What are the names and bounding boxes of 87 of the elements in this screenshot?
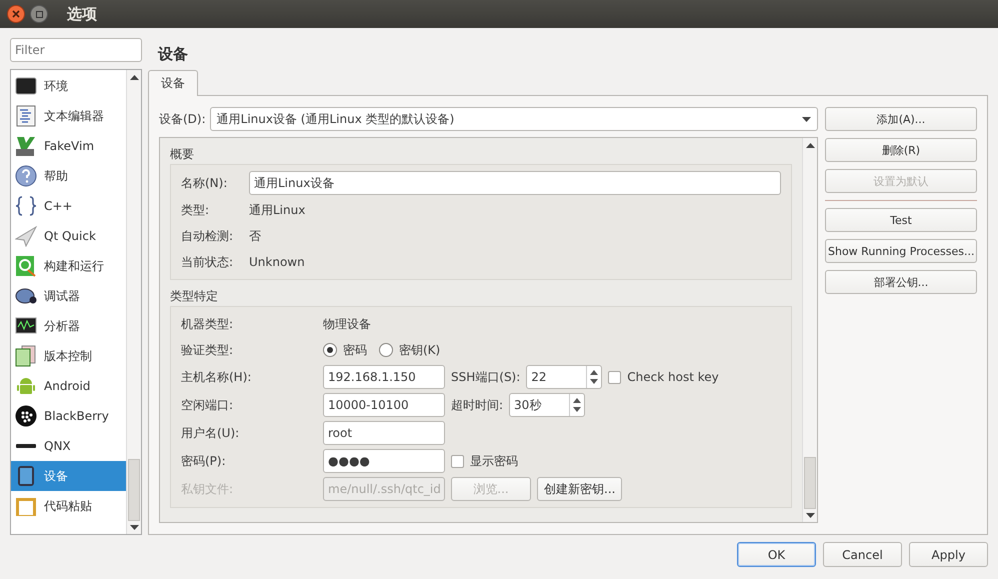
filter-field[interactable]: Filter [10,38,142,62]
tab[interactable]: 设备 [148,70,198,96]
checkbox[interactable] [451,454,464,468]
sidebar-item[interactable]: BlackBerry [11,401,126,431]
input-field[interactable]: 192.168.1.150 [323,365,445,389]
checkbox[interactable] [608,370,622,384]
sidebar-item[interactable]: 构建和运行 [11,251,126,281]
field-value: 否 [249,228,261,244]
input-field[interactable]: 10000-10100 [323,393,445,417]
field-label: 密码(P): [181,452,227,470]
side-button[interactable]: 添加(A)... [825,107,977,131]
dialog-button[interactable]: Cancel [823,542,902,567]
sidebar-item[interactable]: Android [11,371,126,401]
sidebar-item[interactable]: QNX [11,431,126,461]
scroll-thumb[interactable] [804,457,816,509]
sidebar-item[interactable]: 调试器 [11,281,126,311]
page-heading: 设备 [156,44,189,64]
tablet-icon [15,465,37,487]
clipboard-icon [15,495,37,517]
sidebar-item[interactable]: 代码粘贴 [11,491,126,521]
close-icon[interactable] [12,10,20,18]
sidebar-item[interactable]: 环境 [11,71,126,101]
radio-label[interactable]: 密码 [343,342,367,358]
spin-box[interactable]: 30秒 [509,393,586,417]
side-button[interactable]: 部署公钥... [825,270,977,294]
scroll-down-icon[interactable] [806,512,814,518]
checkbox-label[interactable]: Check host key [627,370,719,384]
input-field[interactable]: root [323,421,445,445]
sidebar-item[interactable]: 文本编辑器 [11,101,126,131]
field-value: Unknown [249,255,305,269]
blackberry-icon [15,405,37,427]
caret-icon[interactable] [802,116,811,122]
field-label: 机器类型: [181,316,234,332]
android-icon [15,375,37,397]
sidebar-item[interactable]: 分析器 [11,311,126,341]
files-icon [15,345,37,367]
radio-button[interactable] [323,343,337,357]
field-label: 主机名称(H): [181,368,252,386]
field-label: 私钥文件: [181,480,234,498]
field-value: 物理设备 [323,316,371,332]
field-label: 验证类型: [181,342,234,358]
input-field[interactable]: 通用Linux设备 [249,171,781,195]
document-icon [15,105,37,127]
field-label: 用户名(U): [181,424,240,442]
spin-box[interactable]: 22 [526,365,602,389]
field-label: 自动检测: [181,228,234,244]
device-label: 设备(D): [159,110,206,128]
group-title: 类型特定 [170,288,219,304]
field-label: 当前状态: [181,254,234,270]
radio-label[interactable]: 密钥(K) [399,342,440,358]
sidebar-item[interactable]: FakeVim [11,131,126,161]
paper-plane-icon [15,225,37,247]
minimize-button[interactable] [30,5,48,23]
sidebar-item[interactable]: 版本控制 [11,341,126,371]
window-title: 选项 [67,4,97,24]
scrollbar[interactable] [126,70,141,534]
sidebar-item[interactable]: C++ [11,191,126,221]
input-field[interactable]: ●●●● [323,449,445,473]
monitor-icon [15,75,37,97]
side-button[interactable]: Test [825,208,977,232]
scroll-thumb[interactable] [128,459,140,521]
scroll-up-icon[interactable] [806,142,814,148]
field-label: SSH端口(S): [451,368,520,386]
dialog-button[interactable]: OK [737,542,816,567]
field-label: 超时时间: [451,396,504,414]
device-dropdown[interactable]: 通用Linux设备 (通用Linux 类型的默认设备) [210,107,818,131]
minimize-icon[interactable] [36,10,42,18]
field-label: 类型: [181,202,210,218]
field-label: 空闲端口: [181,396,234,414]
scroll-down-icon[interactable] [130,524,138,530]
help-icon [15,165,37,187]
close-button[interactable] [7,5,25,23]
side-button[interactable]: 删除(R) [825,138,977,162]
scroll-up-icon[interactable] [130,74,138,80]
checkbox-label[interactable]: 显示密码 [470,452,518,470]
side-button[interactable]: Show Running Processes... [825,239,977,263]
sidebar-item[interactable]: 帮助 [11,161,126,191]
create-key-button[interactable]: 创建新密钥... [537,477,622,501]
dialog-button[interactable]: Apply [909,542,988,567]
scrollbar[interactable] [802,138,817,522]
field-label: 名称(N): [181,174,228,192]
sidebar-item[interactable]: 设备 [11,461,126,491]
sidebar-item[interactable]: Qt Quick [11,221,126,251]
radio-button[interactable] [379,343,393,357]
group-title: 概要 [170,146,195,162]
field-value: 通用Linux [249,202,306,218]
braces-icon [15,195,37,217]
